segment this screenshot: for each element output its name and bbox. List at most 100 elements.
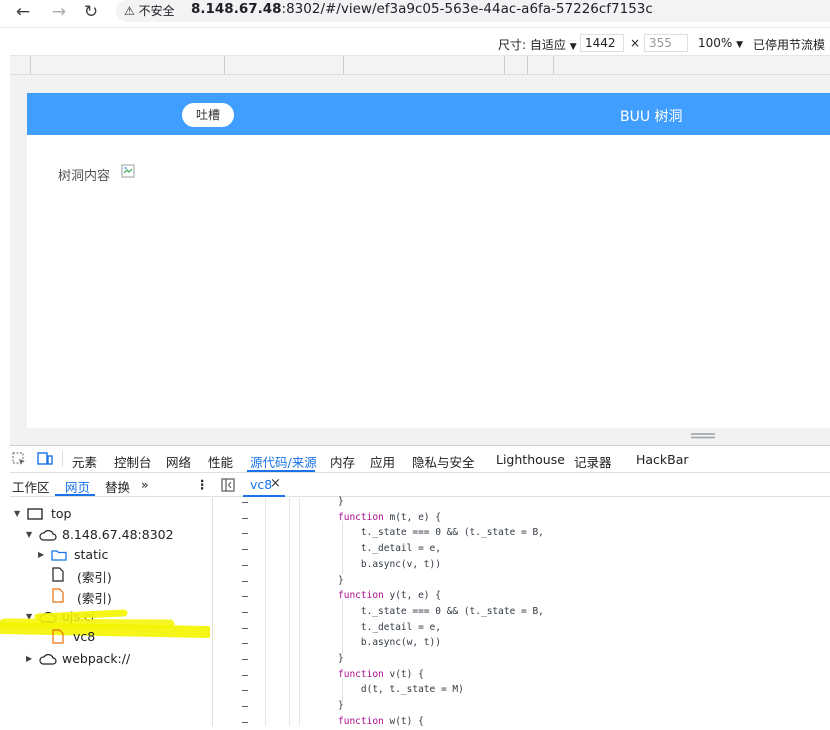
gutter-dash [242,564,248,566]
tab-hackbar[interactable]: HackBar [636,452,689,467]
devtools-panel: 元素 控制台 网络 性能 源代码/来源 内存 应用 隐私与安全 Lighthou… [10,445,830,727]
code-line: } [338,700,344,712]
tab-lighthouse[interactable]: Lighthouse [496,452,565,467]
document-icon [52,567,64,582]
tree-label-host: 8.148.67.48:8302 [62,527,174,542]
width-input[interactable]: 1442 [580,34,624,52]
script-file-icon [52,588,64,603]
toggle-navigator-icon[interactable] [221,478,235,492]
folder-icon [51,550,67,561]
open-file-tab[interactable]: vc8 × [243,473,285,497]
tree-label-static: static [74,547,109,562]
close-icon[interactable]: × [270,476,281,491]
device-toggle-icon[interactable] [37,452,53,466]
active-tab-indicator [247,470,315,472]
media-query-ruler[interactable] [10,55,830,75]
dimensions-label: 尺寸: 自适应 [498,38,566,52]
tab-console[interactable]: 控制台 [114,452,152,471]
code-line: } [338,496,344,507]
resize-handle[interactable] [690,433,716,439]
tucao-button[interactable]: 吐槽 [182,103,234,127]
gutter-dash [242,643,248,645]
code-line: t._detail = e, [338,621,441,633]
gutter-dash [242,721,248,723]
reload-icon[interactable]: ↻ [80,2,102,24]
tab-performance[interactable]: 性能 [208,452,233,471]
tab-workspace[interactable]: 工作区 [12,477,50,496]
code-line: } [338,653,344,664]
tree-label-top: top [51,506,72,521]
kebab-menu-icon[interactable]: ⋮ [196,477,209,492]
cloud-icon [39,654,57,665]
tree-label-index-1: (索引) [77,570,112,585]
chevron-down-icon: ▼ [569,42,577,52]
tree-label-index-2: (索引) [77,591,112,606]
highlighter-mark [0,609,210,638]
code-editor[interactable]: } function m(t, e) { t._state === 0 && (t… [338,496,830,727]
more-tabs-icon[interactable]: » [141,477,149,492]
zoom-select[interactable]: 100% ▼ [698,36,743,50]
site-header: 吐槽 BUU 树洞 [27,93,830,135]
device-toolbar: 尺寸: 自适应 ▼ 1442 × 355 100% ▼ 已停用节流模式 [10,31,830,69]
height-input[interactable]: 355 [644,34,688,52]
code-line: } [338,574,344,586]
tab-sources[interactable]: 源代码/来源 [250,452,317,471]
gutter-dash [242,611,248,613]
line-gutter [213,498,338,726]
gutter-dash [242,596,248,598]
tab-memory[interactable]: 内存 [330,452,355,471]
triangle-right-icon: ▶ [38,550,45,559]
code-line: b.async(w, t)) [338,637,441,649]
url-path: :8302/#/view/ef3a9c05-563e-44ac-a6fa-572… [281,1,653,17]
code-line: t._state === 0 && (t._state = B, [338,605,544,617]
code-line: d(t, t._state = M) [338,684,464,696]
gutter-dash [242,517,248,519]
code-line: function v(t) { [338,668,424,680]
active-nav-indicator [55,494,95,496]
url-host: 8.148.67.48 [191,1,282,17]
chevron-down-icon: ▼ [736,40,744,50]
triangle-down-icon: ▼ [14,509,21,518]
times-sign: × [630,36,641,50]
zoom-label: 100% [698,36,733,50]
gutter-dash [242,674,248,676]
gutter-dash [242,549,248,551]
code-line: t._state === 0 && (t._state = B, [338,527,544,539]
triangle-down-icon: ▼ [26,530,33,539]
tree-label-webpack: webpack:// [62,651,131,666]
script-file-icon [52,629,64,644]
tab-recorder[interactable]: 记录器 [574,452,612,471]
browser-toolbar: ← → ↻ ⚠ 不安全 8.148.67.48:8302/#/view/ef3a… [0,0,830,28]
insecure-badge[interactable]: ⚠ 不安全 [124,2,175,19]
tab-privacy-security[interactable]: 隐私与安全 [412,452,475,471]
code-line: function y(t, e) { [338,590,441,602]
code-line: function w(t) { [338,715,424,727]
devtools-tab-bar: 元素 控制台 网络 性能 源代码/来源 内存 应用 隐私与安全 Lighthou… [10,446,830,473]
arrow-right-icon[interactable]: → [48,2,70,24]
frame-icon [27,508,43,520]
url-text[interactable]: 8.148.67.48:8302/#/view/ef3a9c05-563e-44… [191,1,653,17]
dimensions-select[interactable]: 尺寸: 自适应 ▼ [498,36,577,53]
code-line: b.async(v, t)) [338,558,441,570]
gutter-dash [242,706,248,708]
tab-elements[interactable]: 元素 [72,452,97,471]
gutter-dash [242,533,248,535]
arrow-left-icon[interactable]: ← [12,2,34,24]
broken-image-icon [121,164,135,178]
cloud-icon [39,530,57,541]
code-line: t._detail = e, [338,543,441,555]
site-title: BUU 树洞 [620,109,683,125]
web-page: 吐槽 BUU 树洞 树洞内容 [27,93,830,428]
tab-network[interactable]: 网络 [166,452,191,471]
tab-overrides[interactable]: 替换 [105,477,130,496]
gutter-dash [242,659,248,660]
gutter-dash [242,690,248,692]
gutter-dash [242,502,248,503]
inspect-element-icon[interactable] [12,452,26,466]
gutter-dash [242,627,248,629]
code-line: function m(t, e) { [338,511,441,523]
tree-label-vc8: vc8 [73,629,96,644]
gutter-dash [242,580,248,582]
triangle-right-icon: ▶ [26,654,33,663]
tab-application[interactable]: 应用 [370,452,395,471]
